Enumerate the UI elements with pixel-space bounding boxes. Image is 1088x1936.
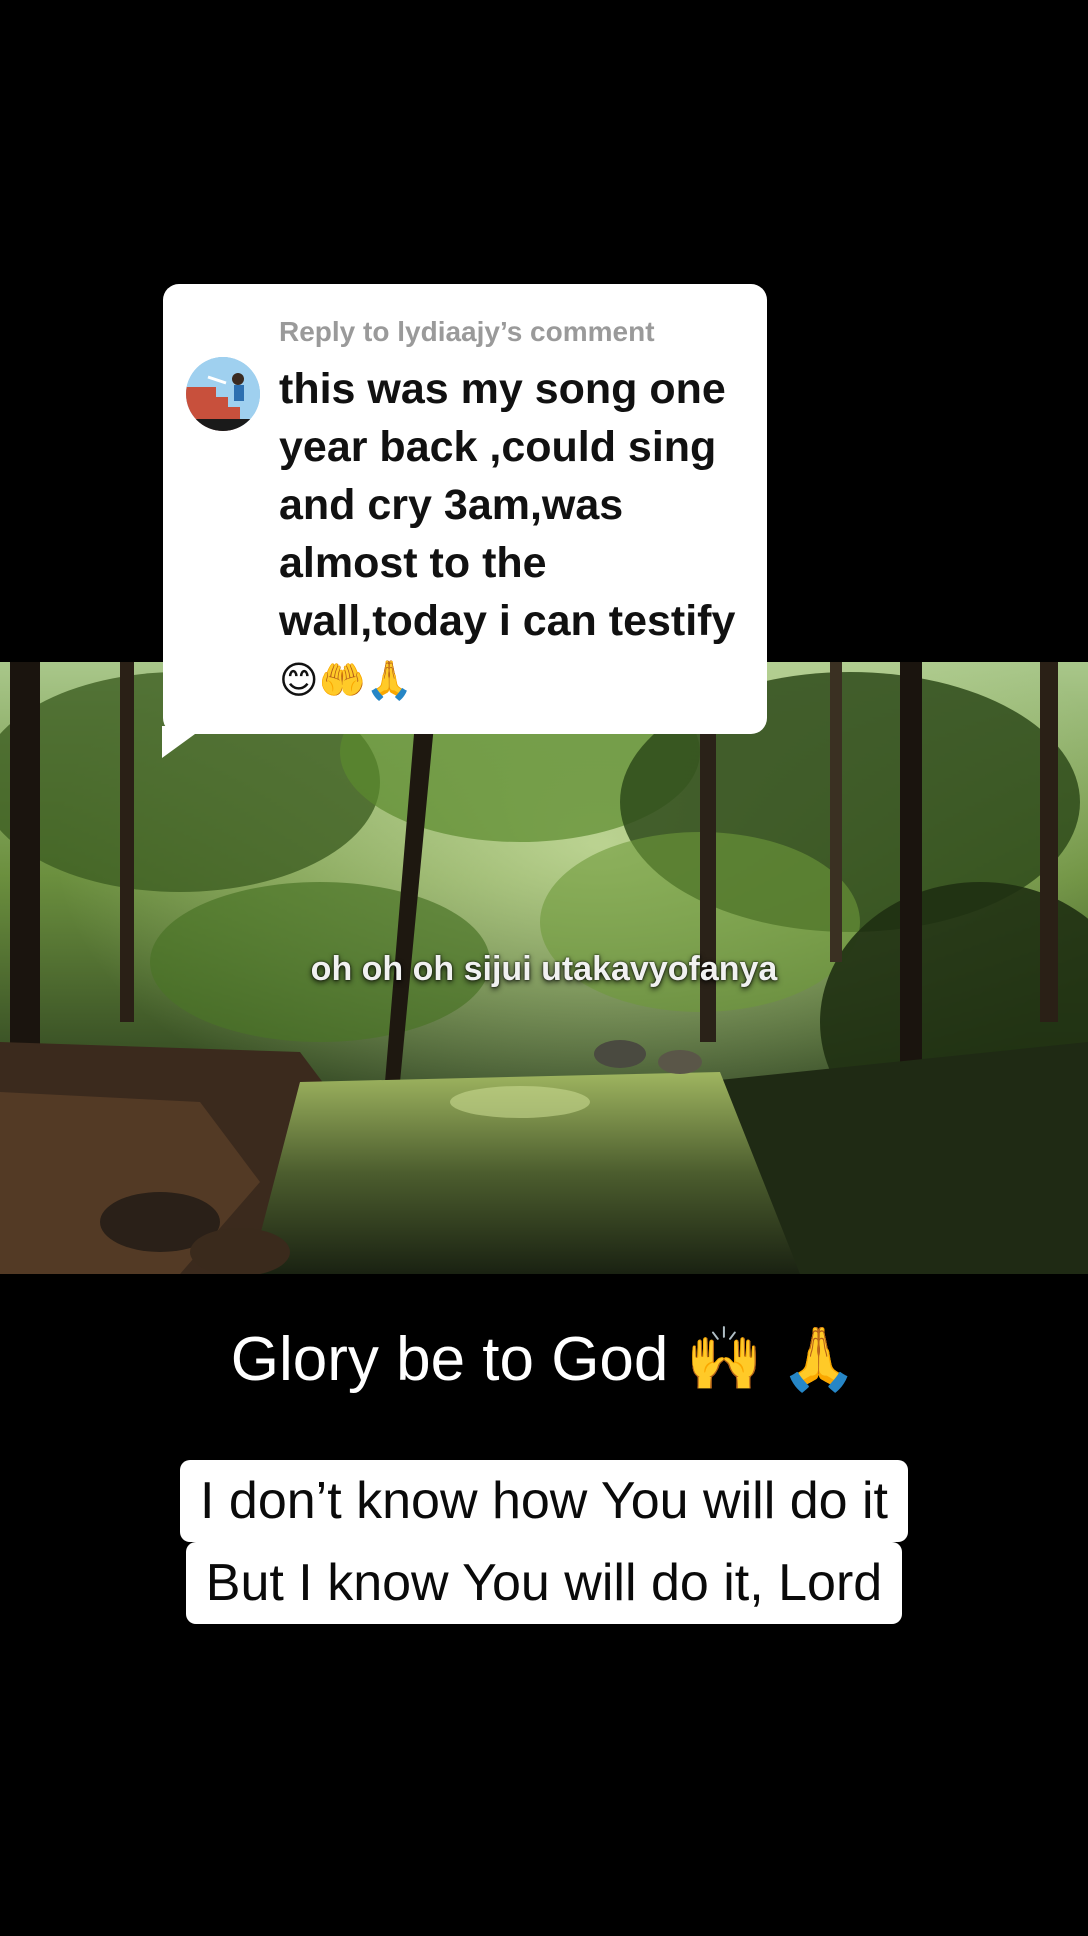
lyric-line-1: I don’t know how You will do it xyxy=(180,1460,908,1542)
reply-emojis: 😊🤲🙏 xyxy=(279,660,414,702)
reply-comment-body: this was my song one year back ,could si… xyxy=(279,365,736,645)
headline-text: Glory be to God 🙌 🙏 xyxy=(230,1325,858,1394)
avatar[interactable] xyxy=(186,357,260,431)
avatar-image xyxy=(186,357,260,431)
video-subtitle: oh oh oh sijui utakavyofanya xyxy=(310,950,778,988)
reply-comment-text: this was my song one year back ,could si… xyxy=(279,360,749,710)
reply-header: Reply to lydiaajy’s comment xyxy=(279,316,655,347)
lyric-line-2: But I know You will do it, Lord xyxy=(185,1542,903,1624)
lyrics-block: I don’t know how You will do it But I kn… xyxy=(0,1460,1088,1624)
